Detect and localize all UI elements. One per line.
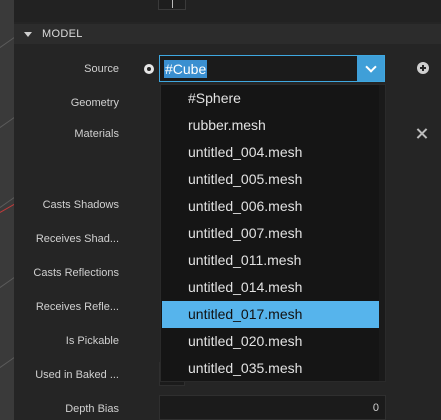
top-toolbar [14, 0, 441, 22]
source-dropdown-list[interactable]: #Sphere rubber.mesh untitled_004.mesh un… [160, 84, 386, 382]
dropdown-option[interactable]: rubber.mesh [162, 112, 380, 139]
caret-down-icon [24, 31, 32, 37]
grid-line [0, 268, 14, 293]
source-dropdown-button[interactable] [357, 56, 384, 81]
dropdown-option-selected[interactable]: untitled_017.mesh [162, 301, 380, 328]
label-geometry: Geometry [70, 97, 119, 109]
circle-dot-icon[interactable] [144, 64, 154, 74]
dropdown-option[interactable]: untitled_020.mesh [162, 328, 380, 355]
source-select-value: #Cube [164, 59, 208, 78]
source-select[interactable]: #Cube [159, 55, 385, 82]
label-receives-shadows: Receives Shad... [35, 233, 119, 245]
dropdown-option[interactable]: untitled_035.mesh [162, 355, 380, 382]
label-depth-bias: Depth Bias [65, 403, 119, 415]
label-is-pickable: Is Pickable [65, 335, 119, 347]
close-icon[interactable] [416, 128, 428, 140]
dropdown-scrollbar[interactable] [379, 85, 385, 381]
label-materials: Materials [74, 128, 119, 140]
dropdown-option[interactable]: untitled_007.mesh [162, 220, 380, 247]
dropdown-option[interactable]: untitled_005.mesh [162, 166, 380, 193]
depth-bias-field[interactable]: 0 [159, 395, 386, 420]
grid-line [0, 108, 14, 133]
section-header-model[interactable]: MODEL [14, 24, 441, 44]
viewport-strip [0, 0, 14, 420]
label-casts-reflections: Casts Reflections [33, 267, 119, 279]
grid-line [0, 348, 14, 373]
label-casts-shadows: Casts Shadows [42, 199, 119, 211]
plus-circle-icon[interactable] [417, 62, 429, 74]
dropdown-option[interactable]: untitled_011.mesh [162, 247, 380, 274]
label-receives-reflections: Receives Refle... [35, 301, 119, 313]
dropdown-option[interactable]: untitled_014.mesh [162, 274, 380, 301]
grid-line [0, 28, 14, 53]
top-button[interactable] [158, 0, 186, 10]
label-source: Source [84, 63, 119, 75]
dropdown-option[interactable]: untitled_004.mesh [162, 139, 380, 166]
stem-icon [172, 0, 173, 8]
chevron-down-icon [364, 60, 377, 73]
dropdown-option[interactable]: untitled_006.mesh [162, 193, 380, 220]
properties-panel: MODEL Source #Cube Geometry Materials Ca… [14, 0, 441, 420]
dropdown-option[interactable]: #Sphere [162, 85, 380, 112]
label-used-in-baked: Used in Baked ... [35, 369, 119, 381]
section-title: MODEL [42, 28, 83, 40]
